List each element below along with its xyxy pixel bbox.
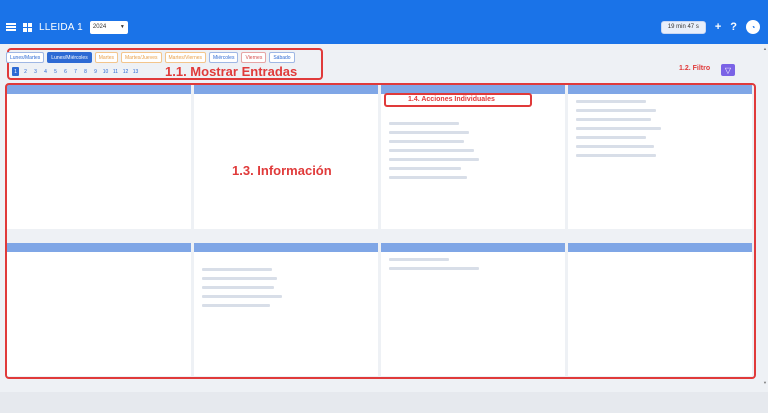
grid-icon[interactable]	[23, 22, 32, 32]
page-number[interactable]: 8	[82, 67, 89, 76]
annotation-filtro: 1.2. Filtro	[679, 65, 711, 72]
session-timer: 19 min 47 s	[660, 20, 706, 34]
page-number[interactable]: 9	[92, 67, 99, 76]
page-number[interactable]: 1	[12, 67, 19, 76]
top-bar-left: LLEIDA 1 2024 ▼	[6, 19, 128, 35]
day-chip[interactable]: Lunes/Martes	[6, 52, 45, 63]
page-number[interactable]: 6	[62, 67, 69, 76]
day-chip[interactable]: Martes/Jueves	[120, 52, 162, 63]
pagination: 1 2 3 4 5 6 7 8 9 10 11 12 13	[12, 67, 139, 76]
annotation-acciones-individuales: 1.4. Acciones Individuales	[408, 96, 495, 103]
day-chip[interactable]: Sábado	[269, 52, 295, 63]
page-number[interactable]: 5	[52, 67, 59, 76]
page-number[interactable]: 7	[72, 67, 79, 76]
page-number[interactable]: 4	[42, 67, 49, 76]
scroll-down-arrow-icon[interactable]: ▼	[763, 380, 767, 385]
app-title: LLEIDA 1	[39, 21, 83, 33]
day-chip[interactable]: Viernes	[241, 52, 267, 63]
annotation-mostrar-entradas: 1.1. Mostrar Entradas	[165, 64, 298, 79]
day-chip[interactable]: Lunes/Miércoles	[47, 52, 92, 63]
page-number[interactable]: 12	[122, 67, 129, 76]
page-number[interactable]: 11	[112, 67, 119, 76]
bottom-bar	[0, 392, 768, 413]
day-chip[interactable]: Martes/Viernes	[164, 52, 207, 63]
chevron-down-icon: ▼	[119, 24, 125, 30]
page-number[interactable]: 13	[132, 67, 139, 76]
menu-icon[interactable]	[6, 23, 16, 31]
day-chip[interactable]: Miércoles	[209, 52, 239, 63]
filter-icon[interactable]: ▽	[721, 64, 735, 76]
annotation-informacion: 1.3. Información	[232, 163, 332, 178]
page-number[interactable]: 2	[22, 67, 29, 76]
day-chip[interactable]: Martes	[94, 52, 118, 63]
page-number[interactable]: 3	[32, 67, 39, 76]
information-frame	[5, 83, 756, 379]
page-number[interactable]: 10	[102, 67, 109, 76]
top-bar: LLEIDA 1 2024 ▼ 19 min 47 s + ? ◔	[0, 0, 768, 44]
scroll-up-arrow-icon[interactable]: ▲	[763, 46, 767, 51]
top-bar-right: 19 min 47 s + ? ◔	[660, 19, 760, 35]
help-button[interactable]: ?	[730, 21, 737, 33]
add-button[interactable]: +	[715, 21, 721, 33]
avatar-icon[interactable]: ◔	[746, 20, 760, 34]
year-value: 2024	[92, 24, 107, 30]
year-select[interactable]: 2024 ▼	[89, 20, 128, 34]
day-chip-row: Lunes/Martes Lunes/Miércoles Martes Martes/…	[6, 52, 295, 63]
